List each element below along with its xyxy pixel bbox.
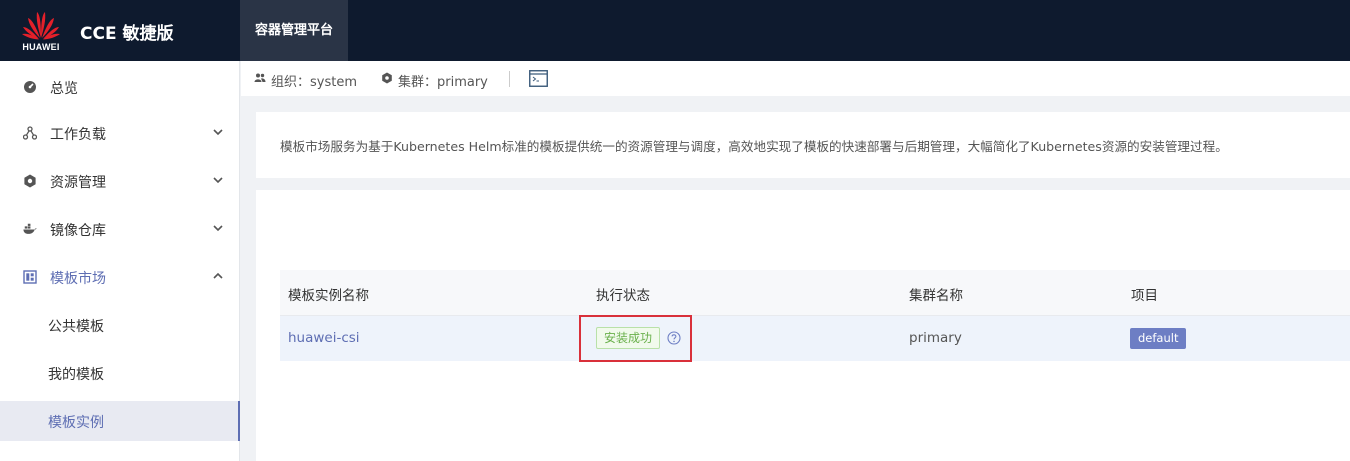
huawei-logo[interactable]: HUAWEI (17, 8, 65, 56)
sidebar-subitem-public-templates[interactable]: 公共模板 (0, 305, 240, 345)
product-title: CCE 敏捷版 (80, 24, 174, 44)
sidebar-item-resource[interactable]: 资源管理 (0, 157, 240, 205)
tab-container-platform[interactable]: 容器管理平台 (240, 0, 348, 61)
chevron-down-icon (213, 177, 223, 184)
sidebar-item-label: 镜像仓库 (50, 223, 106, 239)
project-badge: default (1130, 328, 1187, 349)
instances-panel: 模板实例名称 执行状态 集群名称 项目 huawei-csi 安装成功 prim… (256, 190, 1350, 461)
sidebar-item-label: 工作负载 (50, 127, 106, 143)
sidebar-item-label: 模板市场 (50, 271, 106, 287)
column-header-name: 模板实例名称 (288, 288, 369, 304)
cluster-label[interactable]: 集群：primary (398, 71, 488, 90)
sidebar-subitem-my-templates[interactable]: 我的模板 (0, 353, 240, 393)
column-header-status: 执行状态 (596, 288, 650, 304)
resource-icon (24, 174, 36, 188)
template-market-icon (23, 270, 37, 284)
huawei-petal-icon (22, 12, 60, 40)
description-panel: 模板市场服务为基于Kubernetes Helm标准的模板提供统一的资源管理与调… (256, 112, 1350, 178)
chevron-down-icon (213, 225, 223, 232)
sidebar-item-workload[interactable]: 工作负载 (0, 109, 240, 157)
dashboard-icon (24, 81, 36, 93)
sidebar-subitem-label: 我的模板 (48, 367, 104, 383)
sidebar-item-image-repo[interactable]: 镜像仓库 (0, 205, 240, 253)
users-icon (254, 73, 266, 82)
instance-name-link[interactable]: huawei-csi (288, 330, 360, 346)
terminal-icon[interactable] (529, 70, 548, 87)
table-header: 模板实例名称 执行状态 集群名称 项目 (280, 270, 1350, 316)
sidebar-subitem-template-instances[interactable]: 模板实例 (0, 401, 240, 441)
org-label[interactable]: 组织：system (271, 71, 357, 90)
sidebar-item-overview[interactable]: 总览 (0, 63, 240, 111)
sidebar-item-label: 总览 (50, 81, 78, 97)
sidebar-item-label: 资源管理 (50, 175, 106, 191)
table-row: huawei-csi 安装成功 primary default (280, 315, 1350, 362)
docker-icon (23, 223, 37, 234)
cluster-icon (382, 72, 392, 84)
description-text: 模板市场服务为基于Kubernetes Helm标准的模板提供统一的资源管理与调… (280, 139, 1228, 154)
top-bar: HUAWEI CCE 敏捷版 容器管理平台 (0, 0, 1350, 61)
workload-icon (23, 126, 37, 140)
sidebar-subitem-label: 模板实例 (48, 415, 104, 431)
sidebar-item-template-market[interactable]: 模板市场 (0, 253, 240, 301)
context-bar: 组织：system 集群：primary (241, 61, 1350, 96)
column-header-project: 项目 (1131, 288, 1158, 304)
chevron-up-icon (213, 272, 223, 279)
column-header-cluster: 集群名称 (909, 288, 963, 304)
chevron-down-icon (213, 129, 223, 136)
cluster-name-cell: primary (909, 330, 962, 346)
sidebar-subitem-label: 公共模板 (48, 319, 104, 335)
highlight-box (579, 315, 692, 362)
divider (509, 71, 510, 87)
sidebar: 总览 工作负载 资源管理 镜像仓库 模板市场 公共模板 我的模板 模板实例 (0, 61, 240, 461)
brand-name: HUAWEI (22, 42, 60, 52)
